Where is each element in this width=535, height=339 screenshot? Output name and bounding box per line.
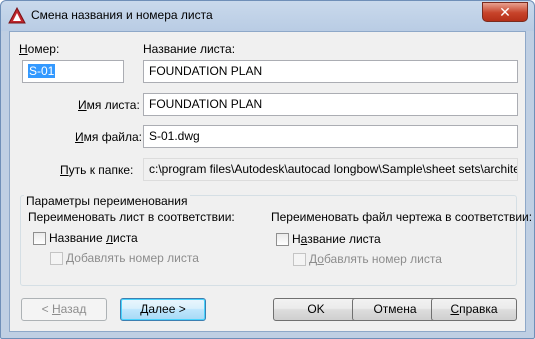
folder-path-label: Путь к папке: (60, 163, 134, 177)
close-button[interactable]: ✕ (482, 2, 528, 22)
rename-file-heading: Переименовать файл чертежа в соответстви… (271, 210, 533, 224)
rename-options-title: Параметры переименования (24, 194, 190, 208)
file-name-input[interactable]: S-01.dwg (143, 125, 518, 148)
sheet-by-title-checkbox[interactable] (33, 232, 46, 245)
number-input[interactable]: S-01 (22, 60, 124, 83)
window-title: Смена названия и номера листа (31, 8, 213, 22)
rename-sheet-heading: Переименовать лист в соответствии: (28, 210, 235, 224)
file-by-title-label[interactable]: Название листа (292, 232, 381, 246)
sheet-add-number-checkbox[interactable] (50, 252, 63, 265)
sheet-by-title-label[interactable]: Название листа (49, 231, 138, 245)
help-button[interactable]: Справка (431, 298, 517, 321)
file-name-label: Имя файла: (75, 130, 142, 144)
file-name-value: S-01.dwg (149, 129, 200, 143)
dialog-body: Номер: S-01 Название листа: FOUNDATION P… (9, 31, 532, 332)
number-value: S-01 (28, 64, 56, 78)
cancel-button[interactable]: Отмена (352, 298, 438, 321)
sheet-title-value: FOUNDATION PLAN (149, 64, 263, 78)
ok-button[interactable]: OK (273, 298, 359, 321)
folder-path-value: c:\program files\Autodesk\autocad longbo… (149, 162, 518, 176)
file-by-title-checkbox[interactable] (276, 233, 289, 246)
sheet-add-number-label: Добавлять номер листа (66, 251, 199, 265)
sheet-name-label: Имя листа: (78, 98, 140, 112)
back-button[interactable]: < Назад (21, 298, 107, 321)
folder-path-field: c:\program files\Autodesk\autocad longbo… (143, 158, 518, 181)
dialog-window: Смена названия и номера листа ✕ Номер: S… (0, 0, 535, 339)
title-bar[interactable]: Смена названия и номера листа ✕ (1, 1, 534, 31)
autocad-app-icon (8, 7, 26, 24)
sheet-title-label: Название листа: (143, 42, 236, 56)
file-add-number-label: Добавлять номер листа (309, 252, 442, 266)
sheet-name-input[interactable]: FOUNDATION PLAN (143, 93, 518, 116)
next-button[interactable]: Далее > (120, 298, 206, 321)
close-icon: ✕ (499, 4, 511, 20)
sheet-name-value: FOUNDATION PLAN (149, 97, 263, 111)
sheet-title-input[interactable]: FOUNDATION PLAN (143, 60, 518, 83)
number-label: Номер: (19, 42, 60, 56)
file-add-number-checkbox[interactable] (293, 253, 306, 266)
